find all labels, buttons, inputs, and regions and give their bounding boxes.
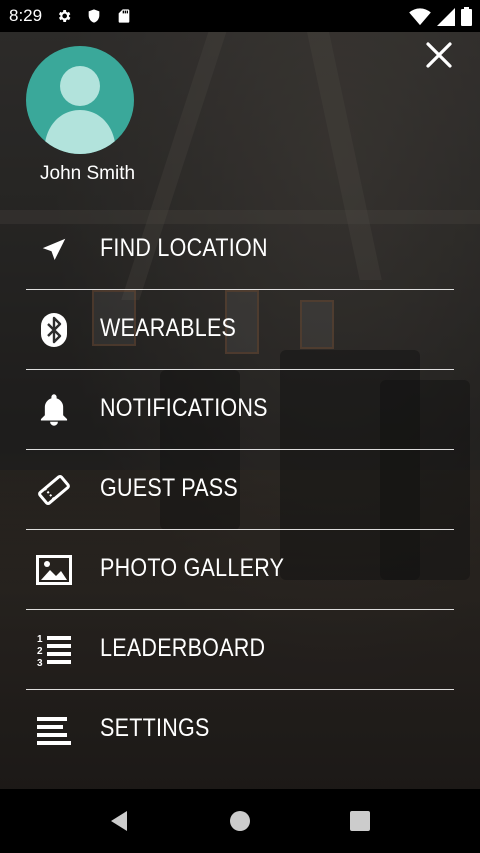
system-navigation-bar xyxy=(0,789,480,853)
menu-item-settings[interactable]: SETTINGS xyxy=(26,690,454,769)
ranked-list-icon: 1 2 3 xyxy=(34,632,74,668)
menu-item-label: WEARABLES xyxy=(100,314,237,342)
person-icon xyxy=(44,66,116,154)
avatar[interactable] xyxy=(26,46,134,154)
menu-item-leaderboard[interactable]: 1 2 3 LEADERBOARD xyxy=(26,610,454,690)
ticket-icon xyxy=(34,472,74,508)
menu-item-label: LEADERBOARD xyxy=(100,634,266,662)
status-time: 8:29 xyxy=(9,6,43,25)
sd-card-icon xyxy=(116,8,132,24)
menu-item-wearables[interactable]: WEARABLES xyxy=(26,290,454,370)
bell-icon xyxy=(34,392,74,428)
menu-item-label: FIND LOCATION xyxy=(100,234,268,262)
close-icon xyxy=(426,42,452,68)
shield-icon xyxy=(86,8,102,24)
svg-text:1: 1 xyxy=(37,634,43,645)
navigation-arrow-icon xyxy=(34,232,74,268)
menu-item-notifications[interactable]: NOTIFICATIONS xyxy=(26,370,454,450)
home-button[interactable] xyxy=(228,809,252,833)
svg-text:3: 3 xyxy=(37,658,43,668)
align-left-lines-icon xyxy=(34,712,74,748)
menu-item-label: GUEST PASS xyxy=(100,474,239,502)
close-button[interactable] xyxy=(424,40,454,70)
home-circle-icon xyxy=(230,811,250,831)
menu-item-label: SETTINGS xyxy=(100,714,210,742)
menu-item-label: PHOTO GALLERY xyxy=(100,554,285,582)
back-button[interactable] xyxy=(107,809,131,833)
wifi-icon xyxy=(409,7,431,31)
user-name: John Smith xyxy=(40,163,136,184)
menu-item-label: NOTIFICATIONS xyxy=(100,394,268,422)
recents-button[interactable] xyxy=(348,809,372,833)
signal-icon xyxy=(437,7,455,31)
bluetooth-icon xyxy=(34,312,74,348)
back-triangle-icon xyxy=(111,811,127,831)
battery-icon xyxy=(461,7,472,31)
menu-item-find-location[interactable]: FIND LOCATION xyxy=(26,210,454,290)
status-bar: 8:29 xyxy=(0,0,480,32)
svg-text:2: 2 xyxy=(37,646,43,657)
recents-square-icon xyxy=(350,811,370,831)
menu-item-photo-gallery[interactable]: PHOTO GALLERY xyxy=(26,530,454,610)
menu-item-guest-pass[interactable]: GUEST PASS xyxy=(26,450,454,530)
gear-icon xyxy=(56,8,72,24)
image-icon xyxy=(34,552,74,588)
navigation-menu: FIND LOCATION WEARABLES NOTIFICATIONS GU… xyxy=(26,210,454,769)
